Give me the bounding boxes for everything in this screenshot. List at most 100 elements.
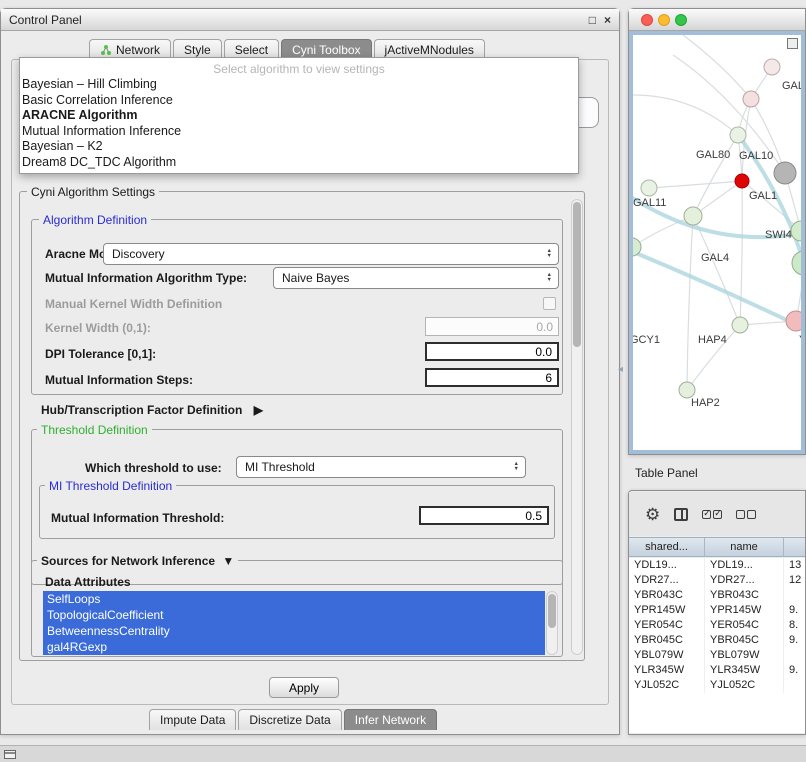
table-row[interactable]: YDR27...YDR27...12 [629, 573, 805, 588]
data-attribute-item[interactable]: SelfLoops [43, 591, 545, 607]
cyni-settings-title: Cyni Algorithm Settings [27, 185, 159, 199]
tab-infer-network[interactable]: Infer Network [344, 709, 437, 730]
table-cell: 8. [784, 618, 805, 633]
minimized-panel-icon[interactable] [4, 750, 16, 759]
table-row[interactable]: YPR145WYPR145W9. [629, 603, 805, 618]
mi-threshold-label: Mutual Information Threshold: [51, 511, 224, 525]
table-cell: YDR27... [705, 573, 784, 588]
table-cell: YDR27... [629, 573, 705, 588]
network-node[interactable] [743, 91, 759, 107]
table-columns-icon[interactable] [674, 508, 688, 521]
table-cell: YJL052C [705, 678, 784, 693]
table-cell: YBR045C [629, 633, 705, 648]
algorithm-option[interactable]: Bayesian – Hill Climbing [20, 77, 578, 93]
network-canvas[interactable]: GAL80GAL10GAL11GAL1SWI4GAL4GCY1HAP4YHAP2… [633, 35, 801, 450]
data-attributes-label: Data Attributes [45, 575, 131, 589]
mi-threshold-input[interactable] [419, 506, 549, 525]
node-label: GAL [782, 80, 801, 92]
unchecked-boxes-icon[interactable] [736, 510, 756, 519]
zoom-traffic-light-icon[interactable] [675, 14, 687, 26]
table-cell: 13 [784, 558, 805, 573]
table-row[interactable]: YJL052CYJL052C [629, 678, 805, 693]
table-row[interactable]: YBR045CYBR045C9. [629, 633, 805, 648]
network-node[interactable] [764, 59, 780, 75]
data-attributes-list[interactable]: SelfLoopsTopologicalCoefficientBetweenne… [43, 591, 545, 655]
node-label: SWI4 [765, 229, 792, 241]
network-node[interactable] [786, 311, 801, 331]
view-corner-box[interactable] [787, 38, 798, 49]
splitter-handle[interactable]: ◂ [618, 364, 623, 375]
apply-button[interactable]: Apply [269, 677, 339, 698]
network-node[interactable] [732, 317, 748, 333]
table-cell [784, 588, 805, 603]
dropdown-arrows-icon: ▲▼ [547, 249, 552, 259]
bottom-tabs: Impute Data Discretize Data Infer Networ… [149, 709, 437, 730]
sources-toggle[interactable]: Sources for Network Inference ▼ [37, 554, 238, 568]
column-header[interactable]: shared... [629, 538, 705, 556]
network-node[interactable] [792, 251, 801, 275]
attributes-scrollbar[interactable] [546, 591, 558, 655]
network-node[interactable] [684, 207, 702, 225]
algorithm-option[interactable]: Mutual Information Inference [20, 124, 578, 140]
settings-scrollbar[interactable] [571, 199, 583, 655]
table-body: YDL19...YDL19...13YDR27...YDR27...12YBR0… [629, 558, 805, 733]
control-panel-titlebar[interactable]: Control Panel □ × [1, 9, 619, 31]
settings-scrollbar-thumb[interactable] [573, 202, 581, 347]
close-window-icon[interactable]: × [604, 14, 611, 26]
which-threshold-select[interactable]: MI Threshold ▲▼ [236, 456, 526, 478]
dropdown-arrows-icon: ▲▼ [547, 273, 552, 283]
network-node[interactable] [735, 174, 749, 188]
table-row[interactable]: YLR345WYLR345W9. [629, 663, 805, 678]
table-row[interactable]: YBL079WYBL079W [629, 648, 805, 663]
mi-steps-input[interactable] [425, 368, 559, 387]
column-header[interactable] [784, 538, 805, 556]
dpi-tolerance-input[interactable] [425, 342, 559, 361]
which-threshold-label: Which threshold to use: [85, 461, 222, 475]
mi-algorithm-type-select[interactable]: Naive Bayes ▲▼ [273, 267, 559, 289]
data-attribute-item[interactable]: BetweennessCentrality [43, 623, 545, 639]
node-label: Y [799, 334, 801, 346]
network-tab-icon [100, 44, 112, 56]
network-node[interactable] [730, 127, 746, 143]
data-attribute-item[interactable]: TopologicalCoefficient [43, 607, 545, 623]
algorithm-option[interactable]: ARACNE Algorithm [20, 108, 578, 124]
algorithm-option[interactable]: Dream8 DC_TDC Algorithm [20, 155, 578, 171]
network-node[interactable] [774, 162, 796, 184]
column-header[interactable]: name [705, 538, 784, 556]
dpi-tolerance-label: DPI Tolerance [0,1]: [45, 347, 156, 361]
network-node[interactable] [641, 180, 657, 196]
gear-icon[interactable]: ⚙ [645, 506, 660, 523]
control-panel-window: Control Panel □ × Network Style Select C… [0, 8, 620, 735]
table-cell: YPR145W [705, 603, 784, 618]
data-attribute-item[interactable]: gal4RGexp [43, 639, 545, 655]
network-canvas-wrap: GAL80GAL10GAL11GAL1SWI4GAL4GCY1HAP4YHAP2… [633, 35, 801, 450]
table-row[interactable]: YER054CYER054C8. [629, 618, 805, 633]
table-cell: YBR045C [705, 633, 784, 648]
table-header-row: shared...name [629, 537, 805, 557]
network-edge [633, 95, 738, 135]
algorithm-option[interactable]: Bayesian – K2 [20, 139, 578, 155]
aracne-mode-select[interactable]: Discovery ▲▼ [103, 243, 559, 265]
mi-type-label: Mutual Information Algorithm Type: [45, 271, 247, 285]
expanded-arrow-icon: ▼ [222, 554, 234, 568]
network-frame: GAL80GAL10GAL11GAL1SWI4GAL4GCY1HAP4YHAP2… [629, 31, 805, 454]
algorithm-option-list: Bayesian – Hill ClimbingBasic Correlatio… [20, 77, 578, 170]
node-label: GAL4 [701, 252, 729, 264]
network-node[interactable] [679, 382, 695, 398]
table-panel-title: Table Panel [635, 466, 698, 480]
table-cell: YBL079W [629, 648, 705, 663]
float-window-icon[interactable]: □ [589, 14, 596, 26]
table-row[interactable]: YDL19...YDL19...13 [629, 558, 805, 573]
hub-definition-toggle[interactable]: Hub/Transcription Factor Definition ▶ [41, 403, 263, 417]
network-edge [687, 216, 693, 390]
attributes-scrollbar-thumb[interactable] [548, 594, 556, 628]
checked-boxes-icon[interactable] [702, 510, 722, 519]
close-traffic-light-icon[interactable] [641, 14, 653, 26]
minimize-traffic-light-icon[interactable] [658, 14, 670, 26]
table-row[interactable]: YBR043CYBR043C [629, 588, 805, 603]
table-cell: 9. [784, 633, 805, 648]
table-cell [784, 678, 805, 693]
tab-discretize-data[interactable]: Discretize Data [238, 709, 341, 730]
tab-impute-data[interactable]: Impute Data [149, 709, 236, 730]
algorithm-option[interactable]: Basic Correlation Inference [20, 93, 578, 109]
